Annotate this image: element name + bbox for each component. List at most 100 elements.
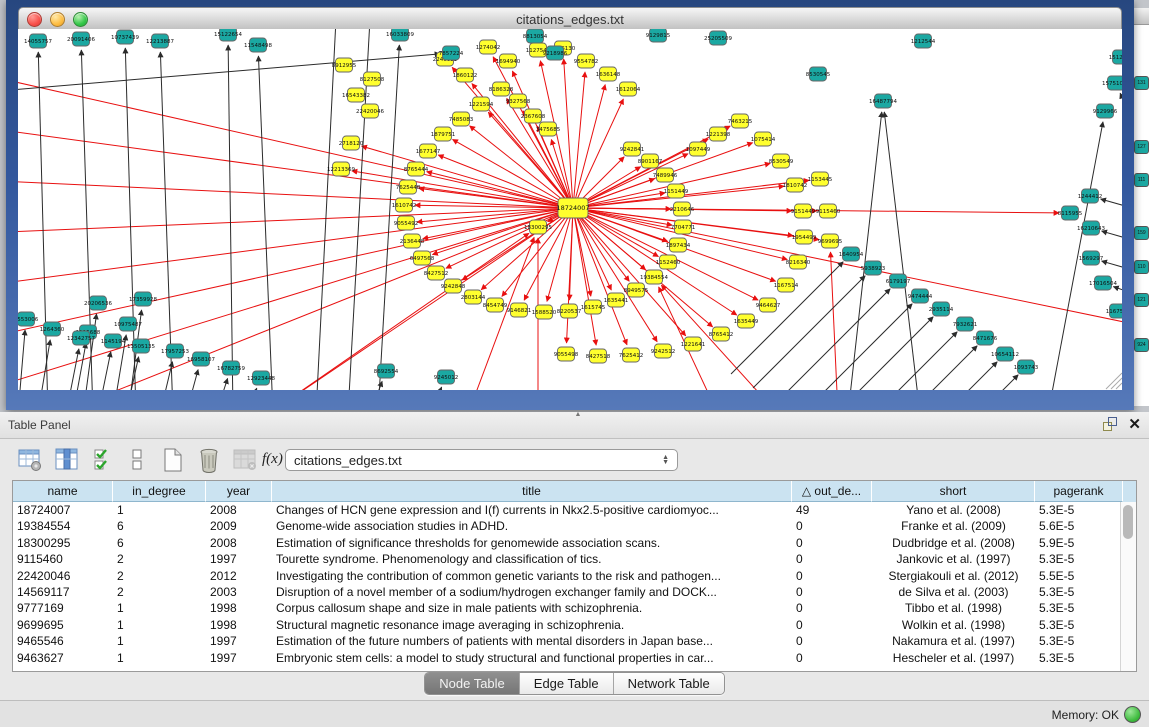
graph-node[interactable]: 15751074 (1102, 76, 1122, 90)
select-all-checks-icon[interactable] (92, 447, 118, 473)
graph-node[interactable]: 10975487 (114, 317, 142, 331)
graph-node[interactable]: 1635441 (604, 293, 629, 307)
table-settings-icon[interactable] (18, 447, 44, 473)
graph-node[interactable]: 8186328 (489, 82, 514, 96)
graph-node[interactable]: 9554782 (574, 54, 599, 68)
graph-node[interactable]: 1810742 (783, 178, 808, 192)
graph-node[interactable]: 1677147 (416, 144, 441, 158)
zoom-window-button[interactable] (73, 12, 88, 27)
graph-node[interactable]: 5938923 (861, 261, 886, 275)
graph-node[interactable]: 7625412 (619, 348, 644, 362)
graph-node[interactable]: 1264360 (40, 322, 65, 336)
table-row[interactable]: 969969511998Structural magnetic resonanc… (13, 617, 1136, 633)
graph-node[interactable]: 1615745 (581, 300, 606, 314)
graph-node[interactable]: 8530549 (769, 154, 794, 168)
network-window-titlebar[interactable]: citations_edges.txt (18, 7, 1122, 31)
table-row[interactable]: 2242004622012Investigating the contribut… (13, 568, 1136, 584)
graph-node[interactable]: 1610742 (392, 198, 417, 212)
graph-node[interactable]: 12213369 (327, 162, 355, 176)
graph-node[interactable]: 8427518 (586, 349, 611, 363)
graph-node[interactable]: 9055492 (394, 216, 419, 230)
graph-node[interactable]: 1954499 (792, 230, 817, 244)
table-vertical-scrollbar[interactable] (1120, 502, 1136, 671)
network-canvas[interactable]: 2240683186012212740421694940112754019861… (18, 29, 1122, 390)
graph-node[interactable]: 2803144 (461, 290, 486, 304)
table-select-dropdown[interactable]: citations_edges.txt ▲▼ (285, 449, 678, 471)
graph-node[interactable]: 11548498 (244, 38, 272, 52)
column-header-name[interactable]: name (13, 481, 113, 502)
table-row[interactable]: 1830029562008Estimation of significance … (13, 535, 1136, 551)
graph-node[interactable]: 25205509 (704, 31, 732, 45)
graph-node[interactable]: 1152460 (656, 255, 681, 269)
graph-node[interactable]: 1212544 (911, 34, 936, 48)
graph-node[interactable]: 8530545 (806, 67, 831, 81)
graph-node[interactable]: 16782759 (217, 361, 245, 375)
graph-node[interactable]: 8813054 (523, 29, 548, 43)
graph-node[interactable]: 8216340 (786, 255, 811, 269)
graph-node[interactable]: 9553006 (18, 312, 39, 326)
graph-node[interactable]: 10737439 (111, 30, 139, 44)
graph-node[interactable]: 2210646 (670, 202, 695, 216)
graph-node[interactable]: 7857224 (439, 46, 464, 60)
graph-node[interactable]: 8454749 (483, 298, 508, 312)
graph-node[interactable]: 1145194 (101, 334, 126, 348)
table-row[interactable]: 977716911998Corpus callosum shape and si… (13, 600, 1136, 616)
function-builder-icon[interactable]: f(x) (262, 451, 283, 477)
graph-node[interactable]: 6497568 (410, 251, 435, 265)
graph-node[interactable]: 13505135 (127, 339, 155, 353)
graph-node[interactable]: 1167514 (774, 278, 799, 292)
graph-node[interactable]: 8912955 (332, 58, 357, 72)
minimize-window-button[interactable] (50, 12, 65, 27)
graph-node[interactable]: 7704771 (671, 220, 696, 234)
graph-node[interactable]: 1879751 (431, 127, 456, 141)
graph-node[interactable]: 16487794 (869, 94, 897, 108)
graph-node[interactable]: 1221398 (706, 127, 731, 141)
graph-node[interactable]: 9129815 (646, 29, 671, 42)
graph-node[interactable]: 1569297 (1079, 251, 1104, 265)
graph-node[interactable]: 1221641 (681, 337, 706, 351)
graph-node[interactable]: 8692554 (374, 364, 399, 378)
graph-node[interactable]: 9151449 (791, 204, 816, 218)
graph-node[interactable]: 8127508 (360, 72, 385, 86)
graph-node[interactable]: 20091406 (67, 32, 95, 46)
graph-node[interactable]: 9146821 (507, 303, 532, 317)
graph-node[interactable]: 16958107 (187, 352, 215, 366)
table-row[interactable]: 1872400712008Changes of HCN gene express… (13, 502, 1136, 518)
graph-node[interactable]: 9242841 (620, 142, 645, 156)
graph-node[interactable]: 1075414 (751, 132, 776, 146)
graph-node[interactable]: 8901167 (638, 154, 663, 168)
graph-node[interactable]: 8765444 (404, 162, 429, 176)
graph-node[interactable]: 17016504 (1089, 276, 1117, 290)
graph-node[interactable]: 1694940 (496, 54, 521, 68)
graph-node[interactable]: 1897434 (666, 238, 691, 252)
float-panel-icon[interactable] (1101, 416, 1118, 433)
graph-node[interactable]: 8765412 (709, 327, 734, 341)
graph-node[interactable]: 18724007 (556, 198, 589, 218)
graph-node[interactable]: 8220537 (557, 304, 582, 318)
graph-node[interactable]: 8471676 (973, 331, 998, 345)
close-window-button[interactable] (27, 12, 42, 27)
graph-node[interactable]: 7489946 (653, 168, 678, 182)
new-column-icon[interactable] (160, 447, 186, 473)
graph-node[interactable]: 9245012 (434, 370, 459, 384)
graph-node[interactable]: 2718120 (339, 136, 364, 150)
graph-node[interactable]: 1512654 (1109, 50, 1122, 64)
graph-node[interactable]: 20206536 (84, 296, 112, 310)
graph-node[interactable]: 16033809 (386, 29, 414, 41)
canvas-resize-grip[interactable] (1106, 373, 1122, 389)
column-header-year[interactable]: year (206, 481, 272, 502)
table-row[interactable]: 946362711997Embryonic stem cells: a mode… (13, 650, 1136, 666)
graph-node[interactable]: 2935114 (929, 302, 954, 316)
graph-node[interactable]: 9242848 (441, 279, 466, 293)
graph-node[interactable]: 8949575 (624, 283, 649, 297)
graph-node[interactable]: 1640954 (839, 247, 864, 261)
graph-node[interactable]: 1244412 (1078, 189, 1103, 203)
graph-node[interactable]: 1588520 (532, 305, 557, 319)
graph-node[interactable]: 14055757 (24, 34, 52, 48)
split-divider-grip[interactable]: ▲ (575, 411, 582, 418)
graph-node[interactable]: 1635449 (734, 314, 759, 328)
column-header-title[interactable]: title (272, 481, 792, 502)
column-header-pagerank[interactable]: pagerank (1035, 481, 1123, 502)
graph-node[interactable]: 9699695 (818, 234, 843, 248)
graph-node[interactable]: 1097449 (686, 142, 711, 156)
